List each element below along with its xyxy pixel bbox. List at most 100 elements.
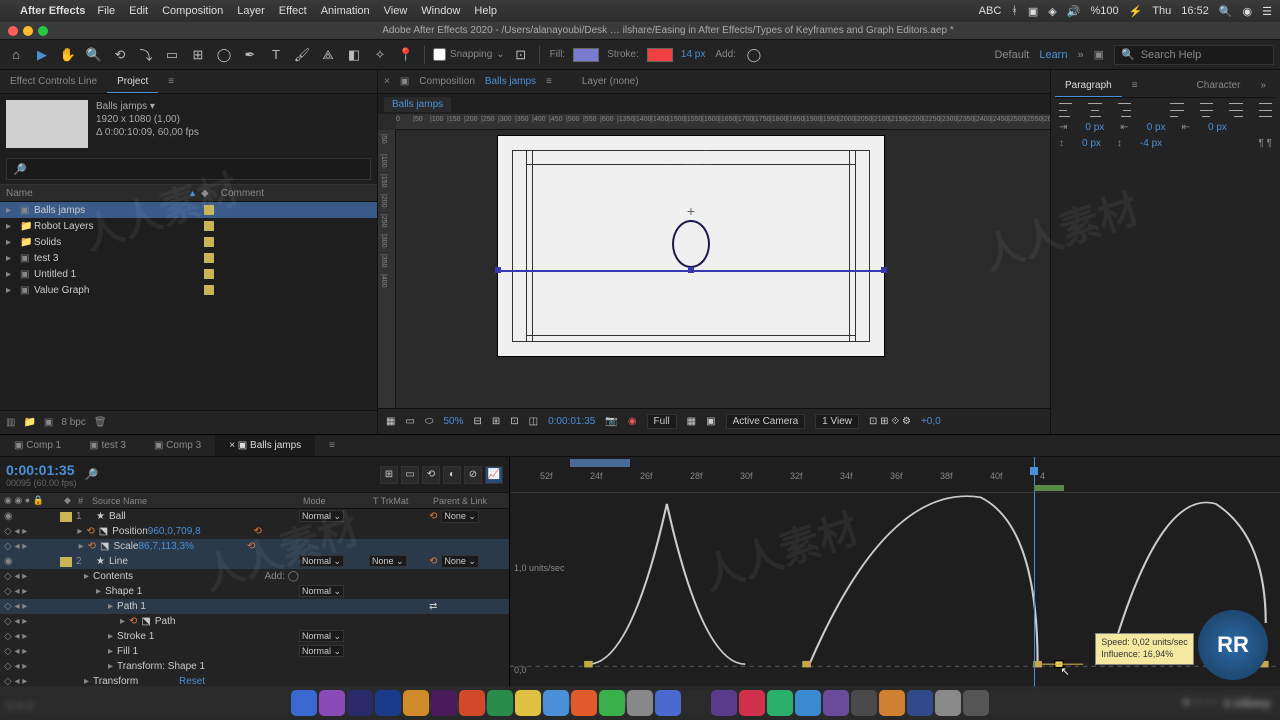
col-label-icon[interactable]: ◆ [195, 188, 215, 199]
clone-tool[interactable]: ⟁ [318, 45, 338, 65]
mask-icon[interactable]: ⬭ [425, 416, 434, 427]
workspace-dropdown[interactable]: Default [994, 49, 1029, 61]
tab-effect-controls[interactable]: Effect Controls Line [0, 70, 107, 93]
col-comment[interactable]: Comment [215, 188, 377, 199]
volume-icon[interactable]: 🔊 [1067, 5, 1081, 18]
comp-flowchart-icon[interactable]: ⊞ [380, 466, 398, 484]
timeline-row[interactable]: ◉1★BallNormal ⌄⟲None ⌄ [0, 509, 509, 524]
camera-tool[interactable]: ▭ [162, 45, 182, 65]
bpc-toggle[interactable]: 8 bpc [61, 417, 85, 428]
dock-app-icon[interactable] [711, 690, 737, 716]
playhead-line[interactable] [1034, 457, 1035, 688]
work-area-bar[interactable] [1034, 485, 1065, 491]
project-item[interactable]: ▸📁Solids [0, 234, 377, 250]
tab-menu-icon[interactable]: ≡ [315, 435, 349, 456]
col-source[interactable]: Source Name [88, 496, 299, 506]
menu-help[interactable]: Help [474, 5, 497, 17]
dropbox-icon[interactable]: ▣ [1028, 5, 1038, 18]
dock-ps-icon[interactable] [375, 690, 401, 716]
dock-pr-icon[interactable] [431, 690, 457, 716]
3d-view-icon[interactable]: ▣ [706, 416, 715, 427]
indent-left[interactable]: 0 px [1085, 122, 1104, 133]
dock-app-icon[interactable] [879, 690, 905, 716]
learn-link[interactable]: Learn [1039, 49, 1067, 61]
search-help-input[interactable]: 🔍 Search Help [1114, 45, 1274, 65]
tab-character[interactable]: Character [1187, 74, 1251, 97]
project-item-list[interactable]: ▸▣Balls jamps▸📁Robot Layers▸📁Solids▸▣tes… [0, 202, 377, 410]
motion-blur-icon[interactable]: ⊘ [464, 466, 482, 484]
orbit-tool[interactable]: ⟲ [110, 45, 130, 65]
overflow-icon[interactable]: » [1250, 74, 1276, 97]
space-after[interactable]: -4 px [1140, 138, 1162, 149]
zoom-level[interactable]: 50% [443, 416, 463, 427]
dock-app-icon[interactable] [739, 690, 765, 716]
selection-tool[interactable]: ▶ [32, 45, 52, 65]
pan-behind-tool[interactable]: ⊞ [188, 45, 208, 65]
transparency-icon[interactable]: ▦ [687, 416, 696, 427]
view-count[interactable]: 1 View [815, 414, 859, 429]
first-line-indent[interactable]: 0 px [1147, 122, 1166, 133]
resolution-dropdown[interactable]: Full [647, 414, 677, 429]
align-right-icon[interactable] [1118, 103, 1131, 117]
timeline-timecode[interactable]: 0:00:01:35 [6, 462, 77, 478]
timeline-tab[interactable]: × ▣ Balls jamps [215, 435, 315, 456]
grid-icon[interactable]: ⊞ [492, 416, 500, 427]
menu-file[interactable]: File [97, 5, 115, 17]
new-comp-icon[interactable]: ▣ [44, 417, 53, 428]
dock-app-icon[interactable] [599, 690, 625, 716]
clock-time[interactable]: 16:52 [1181, 5, 1209, 17]
trash-icon[interactable]: 🗑 [94, 417, 107, 428]
dock-app-icon[interactable] [795, 690, 821, 716]
menu-layer[interactable]: Layer [237, 5, 265, 17]
timeline-row[interactable]: ◇ ◂ ▸▸Shape 1Normal ⌄ [0, 584, 509, 599]
timeline-row[interactable]: ◇ ◂ ▸▸Path 1⇄ [0, 599, 509, 614]
siri-icon[interactable]: ◉ [1243, 5, 1253, 18]
timeline-row[interactable]: ◇ ◂ ▸▸ContentsAdd: ◯ [0, 569, 509, 584]
justify-left-icon[interactable] [1170, 103, 1183, 117]
guides-icon[interactable]: ⊡ [510, 416, 518, 427]
comp-thumbnail[interactable] [6, 100, 88, 148]
justify-right-icon[interactable] [1229, 103, 1242, 117]
dock-app-icon[interactable] [851, 690, 877, 716]
spotlight-icon[interactable]: 🔍 [1219, 5, 1233, 18]
res-icon[interactable]: ⊟ [473, 416, 481, 427]
timeline-layer-list[interactable]: ◉1★BallNormal ⌄⟲None ⌄◇ ◂ ▸▸⟲⬔Position96… [0, 509, 509, 696]
add-button[interactable]: ◯ [744, 45, 764, 65]
dock-settings-icon[interactable] [935, 690, 961, 716]
stroke-swatch[interactable] [647, 48, 673, 62]
panel-icon[interactable]: ▣ [1094, 48, 1104, 61]
col-parent[interactable]: Parent & Link [429, 496, 509, 506]
menu-edit[interactable]: Edit [129, 5, 148, 17]
channel-icon[interactable]: ▭ [405, 416, 414, 427]
composition-viewer[interactable]: 0|50|100|150|200|250|300|350|400|450|500… [378, 114, 1050, 408]
dock-ai-icon[interactable] [403, 690, 429, 716]
align-center-icon[interactable] [1088, 103, 1101, 117]
project-item[interactable]: ▸▣test 3 [0, 250, 377, 266]
project-item[interactable]: ▸▣Value Graph [0, 282, 377, 298]
graph-time-ruler[interactable]: 52f24f26f28f30f32f34f36f38f40f4 [510, 457, 1280, 493]
align-left-icon[interactable] [1059, 103, 1072, 117]
dock-app-icon[interactable] [627, 690, 653, 716]
shy-icon[interactable]: ⟲ [422, 466, 440, 484]
dock-app-icon[interactable] [571, 690, 597, 716]
dock-app-icon[interactable] [655, 690, 681, 716]
frame-blend-icon[interactable]: ◐ [443, 466, 461, 484]
roto-tool[interactable]: ✧ [370, 45, 390, 65]
time-navigator[interactable] [570, 459, 630, 467]
lang-icon[interactable]: ABC [979, 5, 1002, 17]
close-window-button[interactable] [8, 26, 18, 36]
hand-tool[interactable]: ✋ [58, 45, 78, 65]
timeline-row[interactable]: ◇ ◂ ▸▸Stroke 1Normal ⌄ [0, 629, 509, 644]
dock-app-icon[interactable] [683, 690, 709, 716]
tab-paragraph[interactable]: Paragraph [1055, 74, 1122, 97]
fill-swatch[interactable] [573, 48, 599, 62]
lock-icon[interactable]: × [384, 76, 390, 87]
path-handle[interactable] [881, 267, 887, 273]
col-name[interactable]: Name [0, 188, 190, 199]
justify-all-icon[interactable] [1259, 103, 1272, 117]
type-tool[interactable]: T [266, 45, 286, 65]
menu-view[interactable]: View [384, 5, 408, 17]
timeline-row[interactable]: ◇ ◂ ▸▸Fill 1Normal ⌄ [0, 644, 509, 659]
home-button[interactable]: ⌂ [6, 45, 26, 65]
stroke-width[interactable]: 14 px [681, 49, 705, 60]
